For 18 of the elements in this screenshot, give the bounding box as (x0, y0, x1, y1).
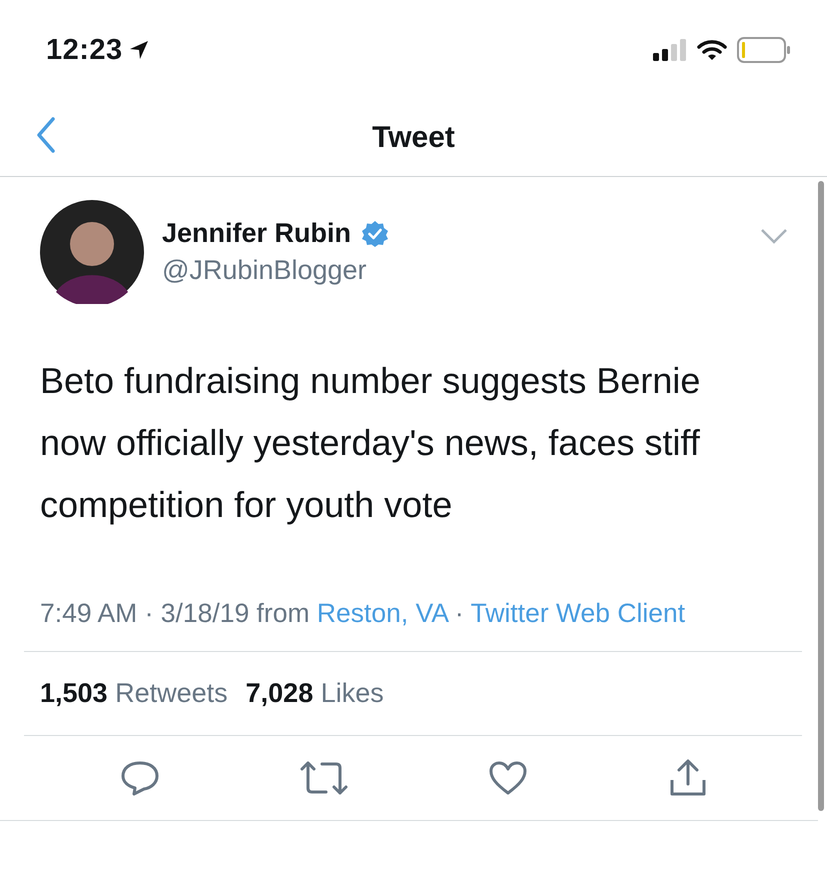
wifi-icon (697, 39, 727, 61)
reply-icon[interactable] (120, 760, 160, 796)
screen-title: Tweet (372, 121, 455, 155)
retweet-icon[interactable] (300, 760, 348, 796)
scrollbar[interactable] (818, 181, 824, 811)
battery-icon (737, 37, 791, 63)
author-name[interactable]: Jennifer Rubin (162, 218, 352, 249)
stat-count[interactable]: 1,503 Retweets (40, 678, 228, 709)
avatar-icon[interactable] (40, 200, 144, 304)
author-handle[interactable]: @JRubinBlogger (162, 255, 742, 286)
signal-icon (653, 39, 687, 61)
share-icon[interactable] (668, 759, 708, 797)
stat-count[interactable]: 7,028 Likes (246, 678, 384, 709)
status-time: 12:23 (46, 34, 123, 66)
heart-icon[interactable] (488, 760, 528, 796)
back-icon[interactable] (36, 117, 56, 153)
tweet-meta: 7:49 AM · 3/18/19 from Reston, VA · Twitter Web Client (24, 598, 802, 652)
tweet-text: Beto fundraising number suggests Bernie now officially yesterday's news, faces stiff competition for youth vote (40, 359, 702, 527)
